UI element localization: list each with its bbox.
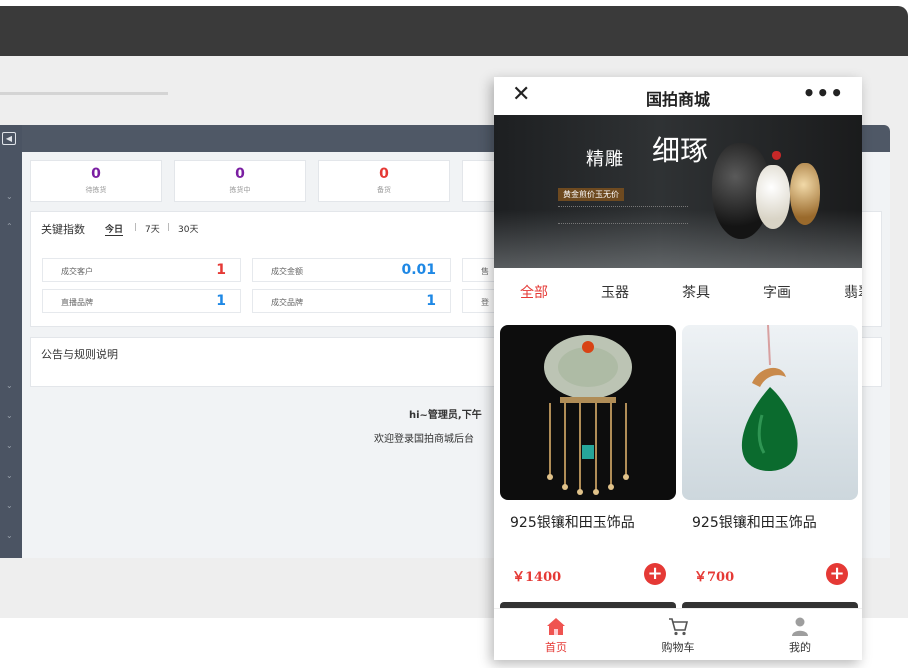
window-titlebar: [0, 6, 908, 56]
tab-cart[interactable]: 购物车: [638, 615, 718, 655]
product-image[interactable]: [500, 325, 676, 500]
metric-value: 1: [216, 293, 226, 309]
notice-title: 公告与规则说明: [41, 348, 118, 361]
range-7-days[interactable]: 7天: [145, 222, 160, 235]
metric-label: 成交客户: [61, 267, 93, 276]
mini-app-navbar: ✕ 国拍商城 •••: [494, 77, 862, 115]
metric-live-brands[interactable]: 直播品牌 1: [42, 289, 241, 313]
category-tab-painting[interactable]: 字画: [763, 282, 791, 302]
stat-card[interactable]: 0 拣货中: [174, 160, 306, 202]
promo-banner[interactable]: 精雕 细琢 黄金煎价玉无价: [494, 115, 862, 268]
metric-value: 1: [216, 262, 226, 278]
product-card[interactable]: 925银镶和田玉饰品 ￥1400 +: [500, 325, 676, 597]
category-tabs: 全部 玉器 茶具 字画 翡翠: [494, 282, 862, 306]
stat-card[interactable]: 0 备货: [318, 160, 450, 202]
address-bar-line: [0, 92, 168, 95]
metric-label: 成交品牌: [271, 298, 303, 307]
product-name: 925银镶和田玉饰品: [510, 515, 635, 531]
range-separator: |: [134, 222, 137, 231]
metric-label: 登: [481, 298, 489, 307]
add-to-cart-icon[interactable]: +: [644, 563, 666, 585]
metric-value: 1: [426, 293, 436, 309]
banner-decoration: [558, 206, 688, 224]
stat-label: 拣货中: [229, 186, 251, 194]
metric-label: 售: [481, 267, 489, 276]
stat-value: 0: [379, 166, 389, 182]
bottom-tabbar: 首页 购物车 我的: [494, 608, 862, 660]
chevron-down-icon[interactable]: ⌄: [6, 381, 13, 390]
more-icon[interactable]: •••: [803, 81, 844, 105]
product-price: ￥1400: [512, 570, 562, 585]
category-tab-tea[interactable]: 茶具: [682, 282, 710, 302]
range-30-days[interactable]: 30天: [178, 222, 198, 235]
home-icon: [547, 618, 565, 635]
category-tab-all[interactable]: 全部: [520, 282, 548, 302]
tab-cart-label: 购物车: [661, 641, 695, 654]
product-image[interactable]: [682, 325, 858, 500]
range-separator: |: [167, 222, 170, 231]
tab-profile-label: 我的: [789, 641, 811, 654]
cart-icon: [669, 618, 689, 636]
metric-label: 直播品牌: [61, 298, 93, 307]
stat-label: 备货: [377, 186, 391, 194]
chevron-down-icon[interactable]: ⌄: [6, 411, 13, 420]
banner-tag: 黄金煎价玉无价: [558, 188, 624, 201]
mini-app-phone: ✕ 国拍商城 ••• 精雕 细琢 黄金煎价玉无价 全部 玉器 茶具 字画 翡翠: [494, 77, 862, 660]
tab-home-label: 首页: [545, 641, 567, 654]
banner-calligraphy: 精雕: [586, 149, 624, 170]
chevron-down-icon[interactable]: ⌄: [6, 192, 13, 201]
stat-value: 0: [235, 166, 245, 182]
metric-value: 0.01: [401, 262, 436, 278]
metric-deal-brands[interactable]: 成交品牌 1: [252, 289, 451, 313]
metric-label: 成交金额: [271, 267, 303, 276]
product-name: 925银镶和田玉饰品: [692, 515, 817, 531]
product-card[interactable]: 925银镶和田玉饰品 ￥700 +: [682, 325, 858, 597]
add-to-cart-icon[interactable]: +: [826, 563, 848, 585]
chevron-down-icon[interactable]: ⌄: [6, 531, 13, 540]
stat-card[interactable]: 0 待拣货: [30, 160, 162, 202]
chevron-down-icon[interactable]: ⌄: [6, 441, 13, 450]
range-today[interactable]: 今日: [105, 222, 124, 236]
jade-pendant-white: [756, 165, 790, 229]
category-tab-emerald[interactable]: 翡翠: [844, 282, 862, 302]
tab-home[interactable]: 首页: [516, 615, 596, 655]
red-bead: [772, 151, 781, 160]
metric-deal-amount[interactable]: 成交金额 0.01: [252, 258, 451, 282]
welcome-message: 欢迎登录国拍商城后台: [374, 434, 474, 445]
tab-profile[interactable]: 我的: [760, 615, 840, 655]
user-icon: [792, 617, 808, 636]
chevron-down-icon[interactable]: ⌄: [6, 501, 13, 510]
category-tab-jade[interactable]: 玉器: [601, 282, 629, 302]
banner-calligraphy-large: 细琢: [652, 134, 709, 167]
sidebar: ◀ ⌄ ⌃ ⌄ ⌄ ⌄ ⌄ ⌄ ⌄: [0, 125, 22, 558]
jade-pendant-amber: [790, 163, 820, 225]
product-price: ￥700: [694, 570, 735, 585]
jade-ornament-image: [544, 335, 632, 495]
chevron-down-icon[interactable]: ⌄: [6, 471, 13, 480]
stat-value: 0: [91, 166, 101, 182]
welcome-greeting: hi~管理员,下午: [409, 410, 482, 421]
metric-deal-customers[interactable]: 成交客户 1: [42, 258, 241, 282]
green-jade-drop-image: [741, 325, 798, 472]
chevron-up-icon[interactable]: ⌃: [6, 222, 13, 231]
key-index-title: 关键指数: [41, 223, 85, 236]
sidebar-collapse-icon[interactable]: ◀: [2, 132, 16, 145]
stat-label: 待拣货: [85, 186, 107, 194]
